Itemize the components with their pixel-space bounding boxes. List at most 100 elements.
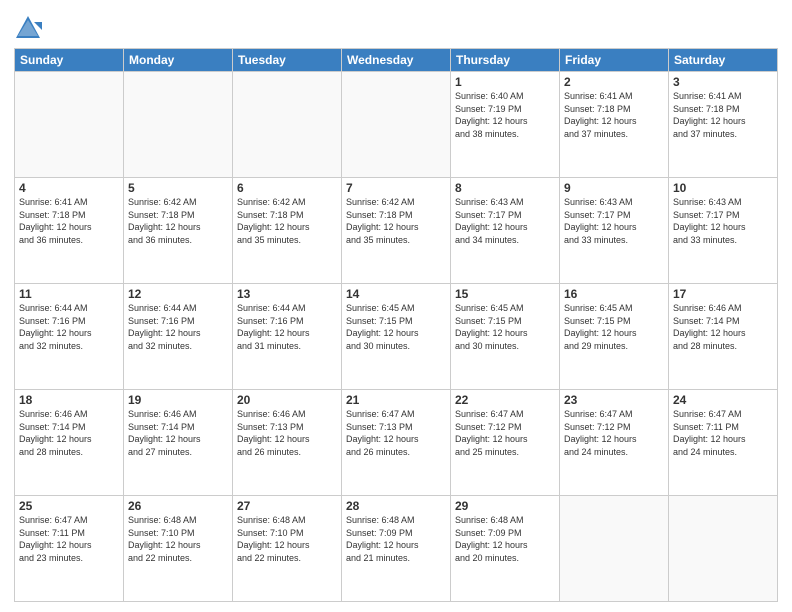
calendar-cell-3-5: 23Sunrise: 6:47 AM Sunset: 7:12 PM Dayli…	[560, 390, 669, 496]
calendar-cell-2-6: 17Sunrise: 6:46 AM Sunset: 7:14 PM Dayli…	[669, 284, 778, 390]
calendar-header-wednesday: Wednesday	[342, 49, 451, 72]
day-number: 9	[564, 181, 664, 195]
calendar-cell-0-5: 2Sunrise: 6:41 AM Sunset: 7:18 PM Daylig…	[560, 72, 669, 178]
calendar-cell-1-4: 8Sunrise: 6:43 AM Sunset: 7:17 PM Daylig…	[451, 178, 560, 284]
header	[14, 10, 778, 42]
day-number: 22	[455, 393, 555, 407]
calendar-cell-0-3	[342, 72, 451, 178]
calendar-cell-0-1	[124, 72, 233, 178]
day-number: 10	[673, 181, 773, 195]
day-number: 21	[346, 393, 446, 407]
day-number: 20	[237, 393, 337, 407]
day-number: 17	[673, 287, 773, 301]
day-info: Sunrise: 6:46 AM Sunset: 7:14 PM Dayligh…	[19, 408, 119, 458]
day-number: 18	[19, 393, 119, 407]
day-info: Sunrise: 6:46 AM Sunset: 7:14 PM Dayligh…	[673, 302, 773, 352]
calendar-week-row-1: 4Sunrise: 6:41 AM Sunset: 7:18 PM Daylig…	[15, 178, 778, 284]
day-number: 15	[455, 287, 555, 301]
calendar-cell-1-1: 5Sunrise: 6:42 AM Sunset: 7:18 PM Daylig…	[124, 178, 233, 284]
day-info: Sunrise: 6:45 AM Sunset: 7:15 PM Dayligh…	[455, 302, 555, 352]
day-info: Sunrise: 6:43 AM Sunset: 7:17 PM Dayligh…	[673, 196, 773, 246]
day-info: Sunrise: 6:47 AM Sunset: 7:11 PM Dayligh…	[19, 514, 119, 564]
day-info: Sunrise: 6:48 AM Sunset: 7:09 PM Dayligh…	[455, 514, 555, 564]
day-info: Sunrise: 6:46 AM Sunset: 7:14 PM Dayligh…	[128, 408, 228, 458]
day-number: 12	[128, 287, 228, 301]
day-number: 25	[19, 499, 119, 513]
calendar-week-row-4: 25Sunrise: 6:47 AM Sunset: 7:11 PM Dayli…	[15, 496, 778, 602]
calendar-week-row-2: 11Sunrise: 6:44 AM Sunset: 7:16 PM Dayli…	[15, 284, 778, 390]
calendar-cell-2-5: 16Sunrise: 6:45 AM Sunset: 7:15 PM Dayli…	[560, 284, 669, 390]
calendar-cell-2-0: 11Sunrise: 6:44 AM Sunset: 7:16 PM Dayli…	[15, 284, 124, 390]
calendar-cell-4-0: 25Sunrise: 6:47 AM Sunset: 7:11 PM Dayli…	[15, 496, 124, 602]
day-number: 7	[346, 181, 446, 195]
day-info: Sunrise: 6:42 AM Sunset: 7:18 PM Dayligh…	[128, 196, 228, 246]
logo	[14, 14, 44, 42]
calendar-cell-4-4: 29Sunrise: 6:48 AM Sunset: 7:09 PM Dayli…	[451, 496, 560, 602]
day-number: 2	[564, 75, 664, 89]
calendar-cell-0-4: 1Sunrise: 6:40 AM Sunset: 7:19 PM Daylig…	[451, 72, 560, 178]
day-info: Sunrise: 6:47 AM Sunset: 7:11 PM Dayligh…	[673, 408, 773, 458]
logo-icon	[14, 14, 42, 42]
calendar-cell-4-5	[560, 496, 669, 602]
day-info: Sunrise: 6:47 AM Sunset: 7:13 PM Dayligh…	[346, 408, 446, 458]
day-info: Sunrise: 6:45 AM Sunset: 7:15 PM Dayligh…	[564, 302, 664, 352]
day-info: Sunrise: 6:43 AM Sunset: 7:17 PM Dayligh…	[455, 196, 555, 246]
calendar-cell-0-0	[15, 72, 124, 178]
calendar-cell-4-6	[669, 496, 778, 602]
day-info: Sunrise: 6:41 AM Sunset: 7:18 PM Dayligh…	[19, 196, 119, 246]
day-number: 4	[19, 181, 119, 195]
calendar-cell-3-0: 18Sunrise: 6:46 AM Sunset: 7:14 PM Dayli…	[15, 390, 124, 496]
day-number: 27	[237, 499, 337, 513]
day-info: Sunrise: 6:42 AM Sunset: 7:18 PM Dayligh…	[346, 196, 446, 246]
calendar-cell-3-6: 24Sunrise: 6:47 AM Sunset: 7:11 PM Dayli…	[669, 390, 778, 496]
day-info: Sunrise: 6:48 AM Sunset: 7:10 PM Dayligh…	[237, 514, 337, 564]
calendar-cell-3-3: 21Sunrise: 6:47 AM Sunset: 7:13 PM Dayli…	[342, 390, 451, 496]
day-number: 13	[237, 287, 337, 301]
day-number: 16	[564, 287, 664, 301]
day-number: 1	[455, 75, 555, 89]
page: SundayMondayTuesdayWednesdayThursdayFrid…	[0, 0, 792, 612]
day-info: Sunrise: 6:42 AM Sunset: 7:18 PM Dayligh…	[237, 196, 337, 246]
day-info: Sunrise: 6:48 AM Sunset: 7:10 PM Dayligh…	[128, 514, 228, 564]
calendar-week-row-0: 1Sunrise: 6:40 AM Sunset: 7:19 PM Daylig…	[15, 72, 778, 178]
calendar-cell-2-2: 13Sunrise: 6:44 AM Sunset: 7:16 PM Dayli…	[233, 284, 342, 390]
calendar-cell-2-1: 12Sunrise: 6:44 AM Sunset: 7:16 PM Dayli…	[124, 284, 233, 390]
day-number: 23	[564, 393, 664, 407]
calendar-cell-1-6: 10Sunrise: 6:43 AM Sunset: 7:17 PM Dayli…	[669, 178, 778, 284]
calendar-cell-1-2: 6Sunrise: 6:42 AM Sunset: 7:18 PM Daylig…	[233, 178, 342, 284]
calendar-header-sunday: Sunday	[15, 49, 124, 72]
calendar-cell-0-6: 3Sunrise: 6:41 AM Sunset: 7:18 PM Daylig…	[669, 72, 778, 178]
day-number: 19	[128, 393, 228, 407]
day-info: Sunrise: 6:41 AM Sunset: 7:18 PM Dayligh…	[564, 90, 664, 140]
calendar-cell-0-2	[233, 72, 342, 178]
calendar-header-monday: Monday	[124, 49, 233, 72]
calendar-header-tuesday: Tuesday	[233, 49, 342, 72]
calendar-cell-3-4: 22Sunrise: 6:47 AM Sunset: 7:12 PM Dayli…	[451, 390, 560, 496]
calendar-cell-2-3: 14Sunrise: 6:45 AM Sunset: 7:15 PM Dayli…	[342, 284, 451, 390]
day-number: 8	[455, 181, 555, 195]
day-info: Sunrise: 6:48 AM Sunset: 7:09 PM Dayligh…	[346, 514, 446, 564]
calendar-cell-1-3: 7Sunrise: 6:42 AM Sunset: 7:18 PM Daylig…	[342, 178, 451, 284]
calendar-header-thursday: Thursday	[451, 49, 560, 72]
calendar-week-row-3: 18Sunrise: 6:46 AM Sunset: 7:14 PM Dayli…	[15, 390, 778, 496]
day-info: Sunrise: 6:44 AM Sunset: 7:16 PM Dayligh…	[19, 302, 119, 352]
day-info: Sunrise: 6:47 AM Sunset: 7:12 PM Dayligh…	[564, 408, 664, 458]
day-number: 28	[346, 499, 446, 513]
day-info: Sunrise: 6:41 AM Sunset: 7:18 PM Dayligh…	[673, 90, 773, 140]
calendar-cell-1-5: 9Sunrise: 6:43 AM Sunset: 7:17 PM Daylig…	[560, 178, 669, 284]
calendar-header-saturday: Saturday	[669, 49, 778, 72]
calendar-cell-3-1: 19Sunrise: 6:46 AM Sunset: 7:14 PM Dayli…	[124, 390, 233, 496]
calendar-cell-4-2: 27Sunrise: 6:48 AM Sunset: 7:10 PM Dayli…	[233, 496, 342, 602]
day-number: 29	[455, 499, 555, 513]
day-number: 11	[19, 287, 119, 301]
day-number: 6	[237, 181, 337, 195]
calendar-cell-3-2: 20Sunrise: 6:46 AM Sunset: 7:13 PM Dayli…	[233, 390, 342, 496]
day-number: 5	[128, 181, 228, 195]
calendar-cell-4-3: 28Sunrise: 6:48 AM Sunset: 7:09 PM Dayli…	[342, 496, 451, 602]
day-number: 14	[346, 287, 446, 301]
calendar-header-friday: Friday	[560, 49, 669, 72]
day-info: Sunrise: 6:43 AM Sunset: 7:17 PM Dayligh…	[564, 196, 664, 246]
day-info: Sunrise: 6:44 AM Sunset: 7:16 PM Dayligh…	[237, 302, 337, 352]
day-info: Sunrise: 6:45 AM Sunset: 7:15 PM Dayligh…	[346, 302, 446, 352]
calendar-table: SundayMondayTuesdayWednesdayThursdayFrid…	[14, 48, 778, 602]
